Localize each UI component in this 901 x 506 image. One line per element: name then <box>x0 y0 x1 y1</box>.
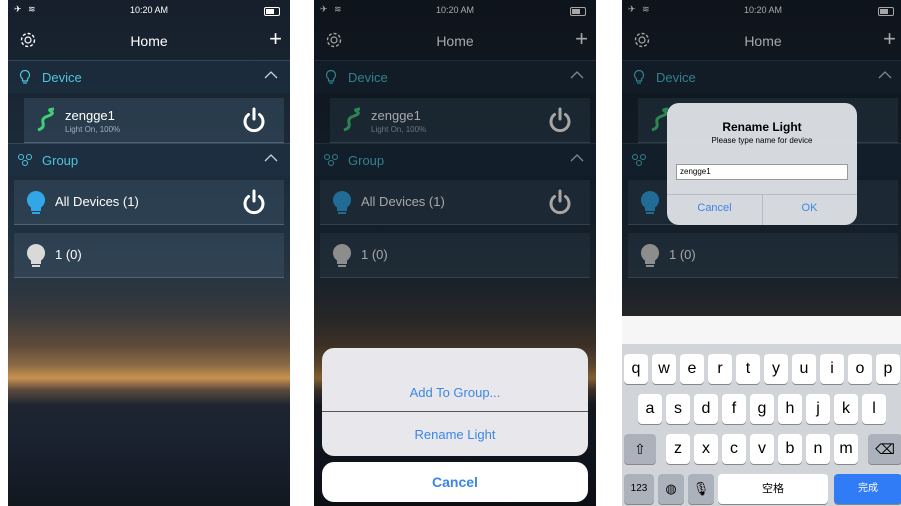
key-h[interactable]: h <box>778 394 802 424</box>
key-i[interactable]: i <box>820 354 844 384</box>
key-t[interactable]: t <box>736 354 760 384</box>
numbers-key[interactable]: 123 <box>624 474 654 504</box>
key-m[interactable]: m <box>834 434 858 464</box>
status-bar: ✈ ︎≋ 10:20 AM <box>8 4 290 18</box>
key-a[interactable]: a <box>638 394 662 424</box>
keyboard-suggestion-bar <box>622 316 901 344</box>
key-b[interactable]: b <box>778 434 802 464</box>
nav-bar: Home + <box>8 26 290 56</box>
shift-key[interactable]: ⇧ <box>624 434 656 464</box>
key-y[interactable]: y <box>764 354 788 384</box>
key-n[interactable]: n <box>806 434 830 464</box>
phone-home-screen: ✈ ︎≋ 10:20 AM Home + Device zengge1 Ligh… <box>8 0 290 506</box>
device-name-input[interactable]: zengge1 <box>676 164 848 180</box>
bulb-blue-icon <box>26 190 46 214</box>
delete-key[interactable]: ⌫ <box>868 434 901 464</box>
rename-light-button[interactable]: Rename Light <box>322 408 588 456</box>
keyboard: q w e r t y u i o p a s d f g h j k l ⇧ … <box>622 316 901 506</box>
rename-light-dialog: Rename Light Please type name for device… <box>667 103 857 225</box>
power-icon[interactable] <box>240 106 268 134</box>
key-p[interactable]: p <box>876 354 900 384</box>
group-row-all-devices[interactable]: All Devices (1) <box>14 180 284 225</box>
dialog-cancel-button[interactable]: Cancel <box>667 202 762 214</box>
group-name: 1 (0) <box>55 247 82 262</box>
bulb-gray-icon <box>26 243 46 267</box>
device-name: zengge1 <box>65 108 115 123</box>
key-k[interactable]: k <box>834 394 858 424</box>
microphone-icon[interactable]: 🎙 <box>688 474 714 504</box>
key-v[interactable]: v <box>750 434 774 464</box>
power-icon[interactable] <box>240 188 268 216</box>
device-row-zengge1[interactable]: zengge1 Light On, 100% <box>24 98 284 143</box>
cancel-button[interactable]: Cancel <box>322 462 588 502</box>
done-key[interactable]: 完成 <box>834 474 901 504</box>
key-q[interactable]: q <box>624 354 648 384</box>
group-section-label: Group <box>42 153 79 168</box>
key-g[interactable]: g <box>750 394 774 424</box>
chevron-up-icon <box>264 71 278 79</box>
phone-rename-dialog: ✈ ︎≋ 10:20 AM Home + Device 1 (0) Rename… <box>622 0 901 506</box>
key-e[interactable]: e <box>680 354 704 384</box>
key-r[interactable]: r <box>708 354 732 384</box>
key-w[interactable]: w <box>652 354 676 384</box>
key-j[interactable]: j <box>806 394 830 424</box>
key-x[interactable]: x <box>694 434 718 464</box>
device-section-label: Device <box>42 70 82 85</box>
add-button[interactable]: + <box>269 26 282 52</box>
dialog-ok-button[interactable]: OK <box>762 202 857 214</box>
key-f[interactable]: f <box>722 394 746 424</box>
status-time: 10:20 AM <box>129 5 169 15</box>
group-name: All Devices (1) <box>55 194 139 209</box>
group-icon <box>18 154 32 166</box>
key-o[interactable]: o <box>848 354 872 384</box>
device-section-header[interactable]: Device <box>8 60 290 93</box>
bulb-outline-icon <box>19 69 31 84</box>
key-s[interactable]: s <box>666 394 690 424</box>
group-row-1[interactable]: 1 (0) <box>14 233 284 278</box>
phone-action-sheet: ✈ ︎≋ 10:20 AM Home + Device zengge1 Ligh… <box>314 0 596 506</box>
dialog-title: Rename Light <box>722 120 802 134</box>
group-section-header[interactable]: Group <box>8 143 290 176</box>
key-l[interactable]: l <box>862 394 886 424</box>
dialog-message: Please type name for device <box>711 136 813 145</box>
led-strip-icon <box>37 107 55 132</box>
key-u[interactable]: u <box>792 354 816 384</box>
key-d[interactable]: d <box>694 394 718 424</box>
battery-icon <box>264 7 280 16</box>
page-title: Home <box>130 33 168 49</box>
key-c[interactable]: c <box>722 434 746 464</box>
device-status: Light On, 100% <box>65 125 121 134</box>
key-z[interactable]: z <box>666 434 690 464</box>
action-sheet: Add To Group... Rename Light <box>322 348 588 456</box>
space-key[interactable]: 空格 <box>718 474 828 504</box>
chevron-up-icon <box>264 154 278 162</box>
globe-icon[interactable]: ◍ <box>658 474 684 504</box>
